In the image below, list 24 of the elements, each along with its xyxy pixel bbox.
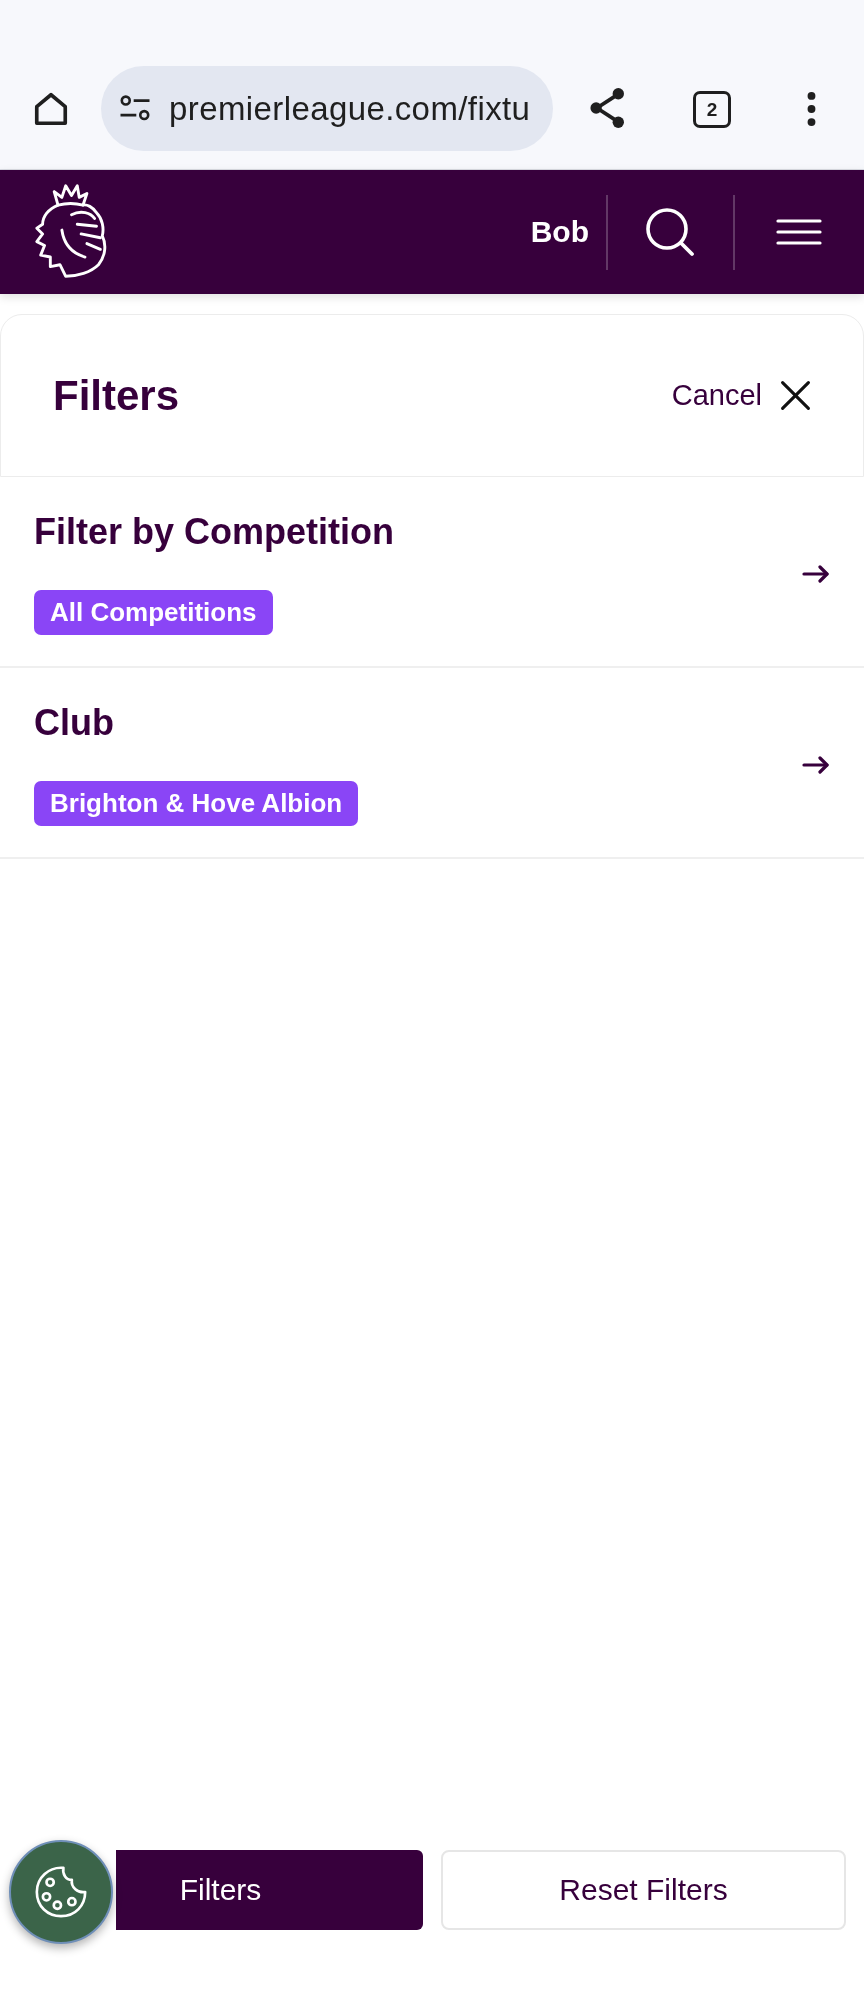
share-icon[interactable] xyxy=(589,87,627,129)
filter-label: Club xyxy=(34,703,114,743)
cookie-settings-floating-button[interactable] xyxy=(9,1840,113,1944)
menu-icon[interactable] xyxy=(776,219,822,245)
account-link[interactable]: Bob xyxy=(530,215,589,249)
cancel-button[interactable]: Cancel xyxy=(671,379,811,412)
close-icon xyxy=(780,380,811,411)
address-bar[interactable]: premierleague.com/fixtu xyxy=(101,66,553,151)
search-icon[interactable] xyxy=(645,207,695,257)
filter-row[interactable]: Filter by Competition All Competitions xyxy=(0,477,864,668)
more-menu-icon[interactable] xyxy=(805,92,818,126)
home-icon[interactable] xyxy=(32,90,70,128)
filter-label: Filter by Competition xyxy=(34,512,394,552)
arrow-right-icon xyxy=(802,564,830,583)
filter-row[interactable]: Club Brighton & Hove Albion xyxy=(0,668,864,859)
reset-filters-button[interactable]: Reset Filters xyxy=(441,1850,846,1930)
selected-value-tag: Brighton & Hove Albion xyxy=(34,781,359,826)
filters-button[interactable]: Filters xyxy=(116,1850,423,1930)
tab-switcher-button[interactable]: 2 xyxy=(693,91,731,128)
selected-value-tag: All Competitions xyxy=(34,590,273,635)
filters-title: Filters xyxy=(53,371,180,420)
site-settings-icon[interactable] xyxy=(119,94,151,123)
url-text: premierleague.com/fixtu xyxy=(169,89,531,128)
arrow-right-icon xyxy=(802,755,830,774)
